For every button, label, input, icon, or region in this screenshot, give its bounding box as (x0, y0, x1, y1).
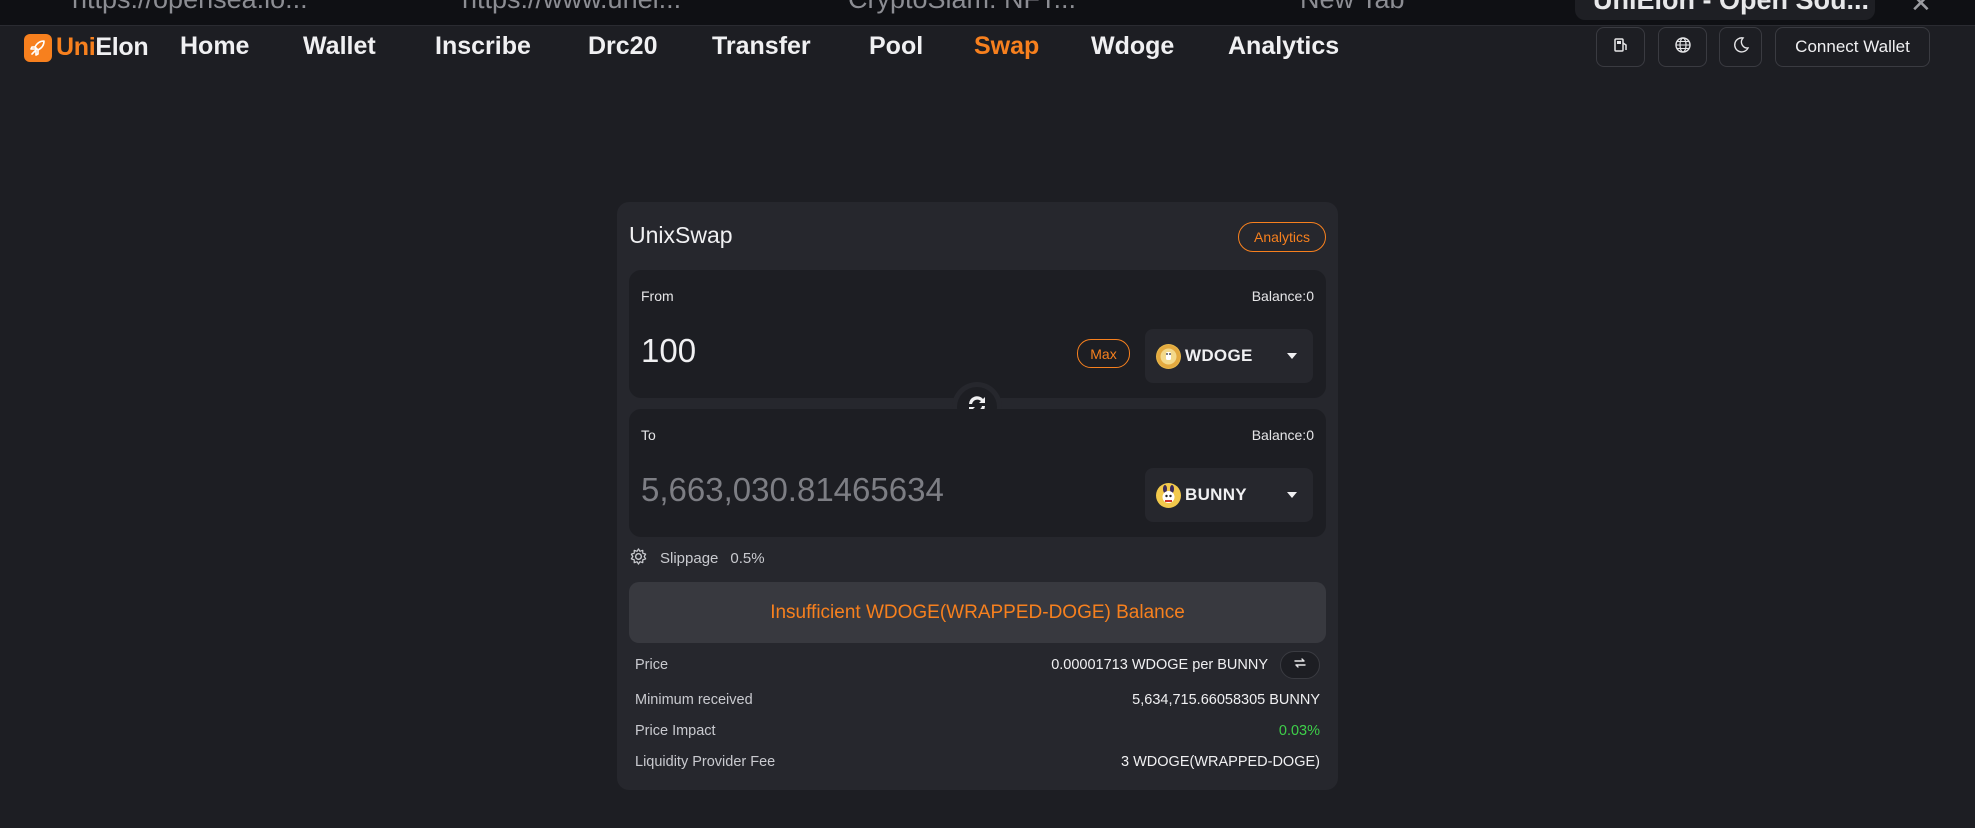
nav-pool[interactable]: Pool (869, 32, 923, 61)
gas-pump-icon (1612, 36, 1630, 59)
swap-action-button[interactable]: Insufficient WDOGE(WRAPPED-DOGE) Balance (629, 582, 1326, 643)
nav-wdoge[interactable]: Wdoge (1091, 32, 1174, 61)
refresh-arrows-icon (1292, 655, 1308, 675)
swap-title: UnixSwap (629, 222, 733, 248)
theme-toggle-button[interactable] (1719, 27, 1762, 67)
bunny-token-icon (1156, 482, 1181, 508)
price-row: Price 0.00001713 WDOGE per BUNNY (635, 651, 1320, 679)
doge-coin-icon (1156, 343, 1181, 369)
chevron-down-icon (1287, 492, 1297, 498)
brand-logo[interactable]: UniElon (24, 33, 149, 62)
connect-wallet-button[interactable]: Connect Wallet (1775, 27, 1930, 67)
brand-name-elon: Elon (95, 33, 149, 61)
from-panel: From Balance:0 100 Max WDOGE (629, 270, 1326, 398)
nav-analytics[interactable]: Analytics (1228, 32, 1339, 61)
language-button[interactable] (1658, 27, 1707, 67)
lp-fee-row: Liquidity Provider Fee 3 WDOGE(WRAPPED-D… (635, 751, 1320, 773)
swap-card: UnixSwap Analytics From Balance:0 100 Ma… (617, 202, 1338, 790)
nav-home[interactable]: Home (180, 32, 249, 61)
to-token-name: BUNNY (1185, 485, 1247, 504)
minimum-received-value: 5,634,715.66058305 BUNNY (1132, 692, 1320, 708)
to-label: To (641, 427, 656, 443)
from-label: From (641, 288, 674, 304)
price-value: 0.00001713 WDOGE per BUNNY (1051, 657, 1268, 673)
browser-tab-strip: https://opensea.io... https://www.unel..… (0, 0, 1975, 26)
gas-settings-button[interactable] (1596, 27, 1645, 67)
brand-name-uni: Uni (56, 33, 96, 61)
browser-tab[interactable]: https://opensea.io... (72, 0, 308, 15)
minimum-received-label: Minimum received (635, 692, 753, 708)
from-token-select[interactable]: WDOGE (1145, 329, 1313, 383)
price-impact-value: 0.03% (1278, 723, 1320, 739)
minimum-received-row: Minimum received 5,634,715.66058305 BUNN… (635, 689, 1320, 711)
to-token-select[interactable]: BUNNY (1145, 468, 1313, 522)
brand-name: UniElon (56, 33, 149, 62)
browser-tab[interactable]: New Tab (1300, 0, 1405, 15)
nav-drc20[interactable]: Drc20 (588, 32, 658, 61)
browser-tab-active[interactable]: UniElon - Open Sou... (1575, 0, 1875, 20)
price-label: Price (635, 657, 669, 673)
browser-tab[interactable]: CryptoSlam: NFT... (848, 0, 1076, 15)
price-impact-row: Price Impact 0.03% (635, 720, 1320, 742)
to-balance: Balance:0 (1251, 427, 1314, 443)
nav-wallet[interactable]: Wallet (303, 32, 376, 61)
from-amount-input[interactable]: 100 (641, 332, 696, 370)
to-amount-input[interactable]: 5,663,030.81465634 (641, 471, 944, 509)
chevron-down-icon (1287, 353, 1297, 359)
browser-tab[interactable]: https://www.unel... (462, 0, 681, 15)
price-impact-label: Price Impact (635, 723, 716, 739)
analytics-button[interactable]: Analytics (1238, 222, 1326, 252)
top-navbar: UniElon Home Wallet Inscribe Drc20 Trans… (0, 26, 1975, 70)
rocket-logo-icon (24, 33, 52, 62)
nav-inscribe[interactable]: Inscribe (435, 32, 531, 61)
globe-icon (1674, 36, 1692, 59)
gear-icon[interactable] (629, 547, 648, 570)
lp-fee-value: 3 WDOGE(WRAPPED-DOGE) (1121, 754, 1320, 770)
from-token-name: WDOGE (1185, 346, 1253, 365)
from-balance: Balance:0 (1251, 288, 1314, 304)
to-panel: To Balance:0 5,663,030.81465634 BUNNY (629, 409, 1326, 537)
slippage-value: 0.5% (730, 549, 765, 567)
moon-icon (1732, 36, 1750, 59)
max-button[interactable]: Max (1077, 339, 1130, 368)
slippage-label: Slippage (660, 549, 719, 567)
nav-swap[interactable]: Swap (974, 32, 1039, 61)
lp-fee-label: Liquidity Provider Fee (635, 754, 776, 770)
close-icon[interactable]: ✕ (1910, 0, 1932, 19)
slippage-setting[interactable]: Slippage 0.5% (629, 547, 765, 569)
nav-transfer[interactable]: Transfer (712, 32, 811, 61)
invert-price-button[interactable] (1280, 651, 1320, 679)
